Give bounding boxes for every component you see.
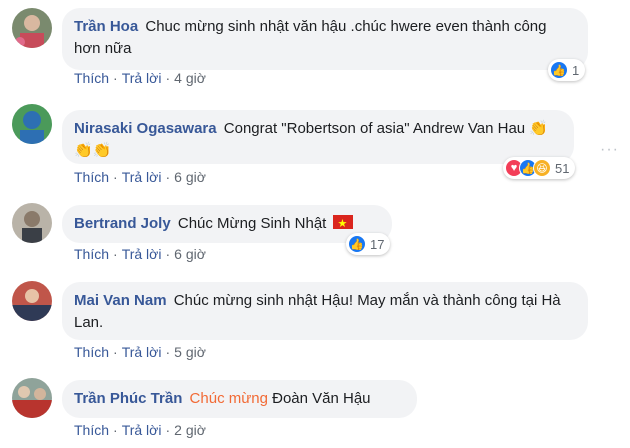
comment-author[interactable]: Bertrand Joly bbox=[74, 215, 171, 232]
comment-text: Đoàn Văn Hậu bbox=[272, 390, 371, 407]
like-reaction-icon: 👍 bbox=[550, 61, 568, 79]
like-link[interactable]: Thích bbox=[74, 169, 109, 185]
separator: · bbox=[113, 422, 118, 438]
like-link[interactable]: Thích bbox=[74, 344, 109, 360]
avatar[interactable] bbox=[12, 203, 52, 243]
separator: · bbox=[165, 70, 171, 86]
separator: · bbox=[165, 344, 171, 360]
reply-link[interactable]: Trả lời bbox=[122, 70, 162, 86]
separator: · bbox=[113, 169, 118, 185]
comment-bubble: Bertrand Joly Chúc Mừng Sinh Nhật ★ bbox=[62, 205, 392, 243]
comment-actions: Thích · Trả lời · 4 giờ bbox=[74, 70, 206, 86]
separator: · bbox=[113, 246, 118, 262]
timestamp[interactable]: 4 giờ bbox=[174, 70, 206, 86]
avatar[interactable] bbox=[12, 104, 52, 144]
separator: · bbox=[165, 422, 171, 438]
comment-author[interactable]: Mai Van Nam bbox=[74, 292, 167, 309]
timestamp[interactable]: 5 giờ bbox=[174, 344, 206, 360]
comment-text: Chuc mừng sinh nhật văn hậu .chúc hwere … bbox=[74, 18, 547, 57]
reaction-count: 17 bbox=[370, 236, 385, 252]
avatar[interactable] bbox=[12, 378, 52, 418]
clapping-hands-icon: 👏 bbox=[74, 142, 93, 159]
comment-actions: Thích · Trả lời · 6 giờ bbox=[74, 246, 206, 262]
reaction-summary[interactable]: 👍 1 bbox=[548, 59, 586, 81]
comment-bubble: Nirasaki Ogasawara Congrat "Robertson of… bbox=[62, 110, 574, 164]
haha-reaction-icon: 😆 bbox=[533, 159, 551, 177]
reaction-count: 1 bbox=[572, 62, 580, 78]
comment-author[interactable]: Nirasaki Ogasawara bbox=[74, 120, 217, 137]
more-options-icon[interactable]: ··· bbox=[600, 141, 619, 159]
reply-link[interactable]: Trả lời bbox=[122, 246, 162, 262]
clapping-hands-icon: 👏 bbox=[529, 120, 549, 137]
separator: · bbox=[165, 169, 171, 185]
reaction-count: 51 bbox=[555, 160, 570, 176]
clapping-hands-icon: 👏 bbox=[92, 142, 112, 159]
comment-author[interactable]: Trần Phúc Trần bbox=[74, 390, 182, 407]
reply-link[interactable]: Trả lời bbox=[122, 422, 162, 438]
avatar[interactable] bbox=[12, 281, 52, 321]
vietnam-flag-icon: ★ bbox=[332, 215, 353, 230]
mention-link[interactable]: Chúc mừng bbox=[190, 390, 268, 407]
comment-bubble: Mai Van Nam Chúc mừng sinh nhật Hậu! May… bbox=[62, 282, 588, 340]
comment-text: Congrat "Robertson of asia" Andrew Van H… bbox=[223, 120, 526, 137]
avatar[interactable] bbox=[12, 8, 52, 48]
separator: · bbox=[113, 70, 118, 86]
comment-actions: Thích · Trả lời · 5 giờ bbox=[74, 344, 206, 360]
comment-actions: Thích · Trả lời · 2 giờ bbox=[74, 422, 206, 438]
comment-author[interactable]: Trần Hoa bbox=[74, 18, 138, 35]
like-link[interactable]: Thích bbox=[74, 422, 109, 438]
timestamp[interactable]: 6 giờ bbox=[174, 169, 206, 185]
comment-actions: Thích · Trả lời · 6 giờ bbox=[74, 169, 206, 185]
comment-text: Chúc Mừng Sinh Nhật bbox=[177, 215, 327, 232]
timestamp[interactable]: 6 giờ bbox=[174, 246, 206, 262]
comment-bubble: Trần Hoa Chuc mừng sinh nhật văn hậu .ch… bbox=[62, 8, 588, 70]
reaction-summary[interactable]: 👍 17 bbox=[346, 233, 391, 255]
reply-link[interactable]: Trả lời bbox=[122, 344, 162, 360]
separator: · bbox=[113, 344, 118, 360]
reply-link[interactable]: Trả lời bbox=[122, 169, 162, 185]
comment-bubble: Trần Phúc Trần Chúc mừng Đoàn Văn Hậu bbox=[62, 380, 417, 418]
like-reaction-icon: 👍 bbox=[348, 235, 366, 253]
like-link[interactable]: Thích bbox=[74, 246, 109, 262]
separator: · bbox=[165, 246, 171, 262]
timestamp[interactable]: 2 giờ bbox=[174, 422, 206, 438]
reaction-summary[interactable]: ♥ 👍 😆 51 bbox=[503, 157, 576, 179]
like-link[interactable]: Thích bbox=[74, 70, 109, 86]
